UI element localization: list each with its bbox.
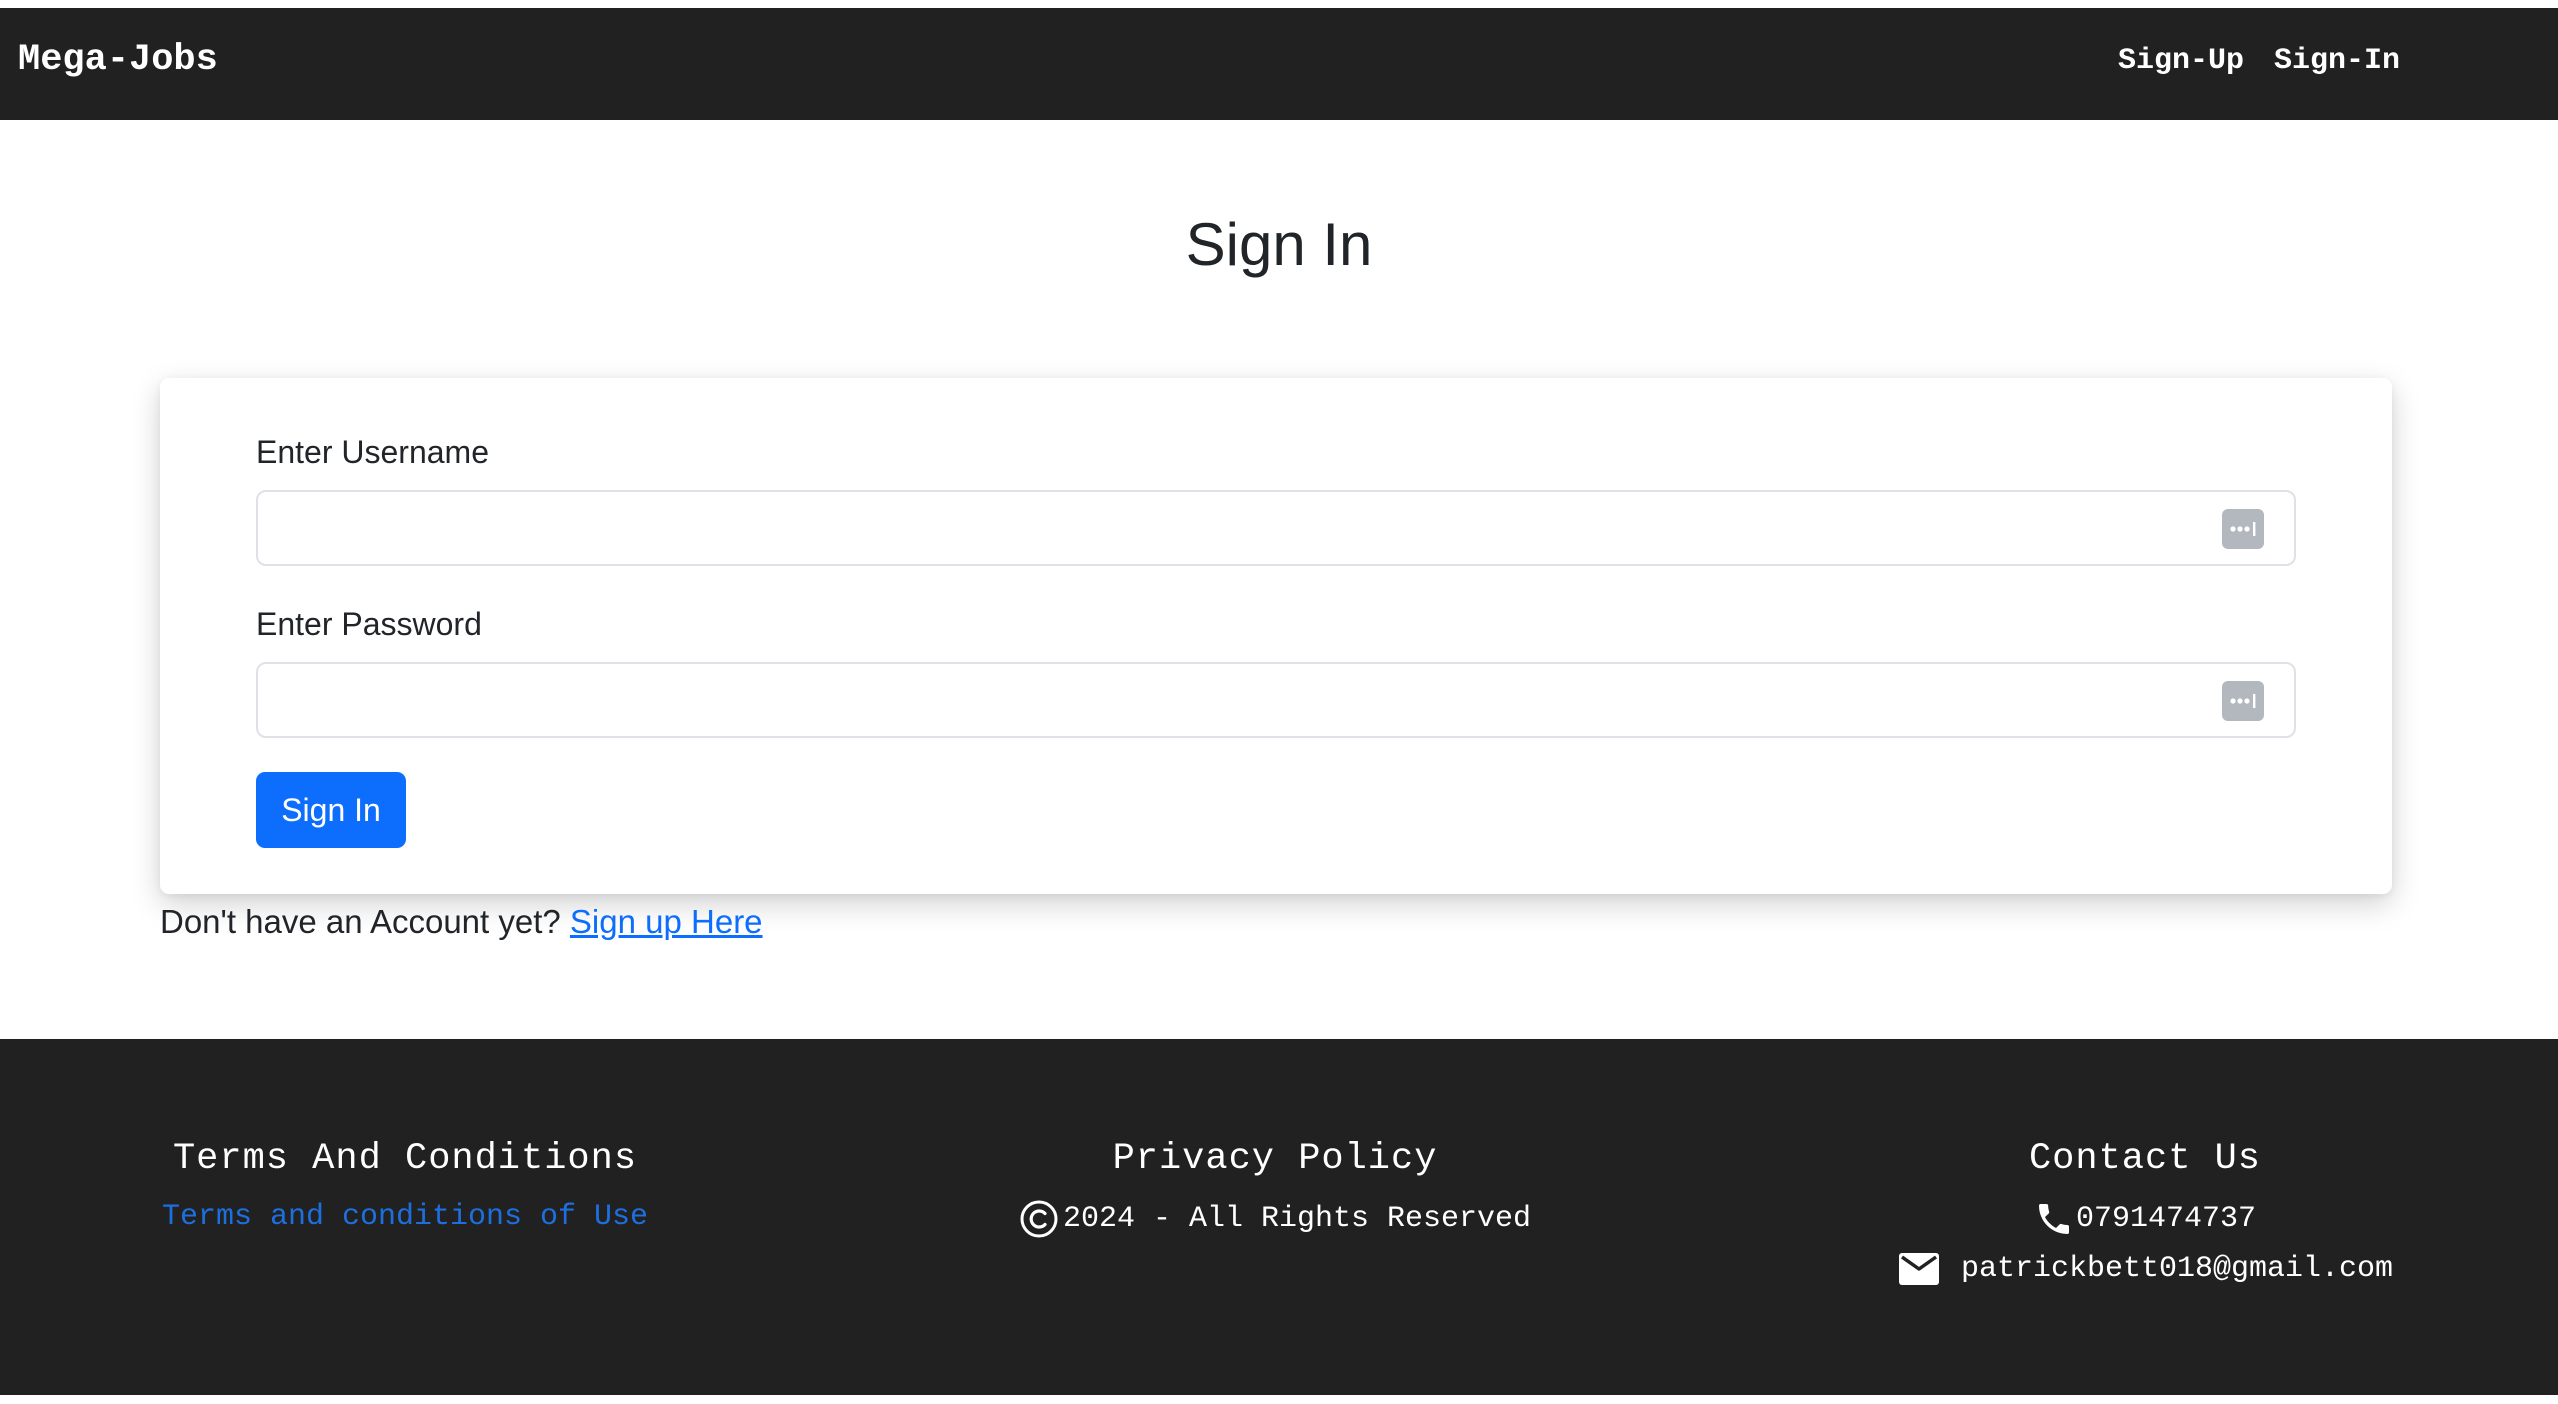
privacy-heading: Privacy Policy <box>1112 1138 1438 1180</box>
password-field-wrapper <box>256 662 2296 738</box>
terms-of-use-link[interactable]: Terms and conditions of Use <box>80 1199 730 1235</box>
password-input[interactable] <box>258 664 2294 736</box>
nav-sign-up-link[interactable]: Sign-Up <box>2118 46 2244 76</box>
contact-heading: Contact Us <box>2028 1138 2262 1180</box>
nav-links: Sign-Up Sign-In <box>2118 46 2400 76</box>
top-strip <box>0 0 2558 8</box>
bottom-strip <box>0 1395 2558 1404</box>
copyright-text: 2024 - All Rights Reserved <box>1062 1202 1532 1237</box>
contact-phone: 0791474737 <box>1820 1199 2470 1239</box>
password-label: Enter Password <box>256 606 482 642</box>
signup-prompt-text: Don't have an Account yet? <box>160 903 561 940</box>
username-field-wrapper <box>256 490 2296 566</box>
copyright-icon <box>1019 1199 1059 1239</box>
copyright-line: 2024 - All Rights Reserved <box>950 1199 1600 1239</box>
contact-email: patrickbett018@gmail.com <box>1820 1249 2470 1289</box>
footer-privacy-column: Privacy Policy 2024 - All Rights Reserve… <box>950 1137 1600 1239</box>
nav-sign-in-link[interactable]: Sign-In <box>2274 46 2400 76</box>
footer: Terms And Conditions Terms and condition… <box>0 1039 2558 1395</box>
phone-number: 0791474737 <box>2075 1202 2257 1237</box>
navbar: Mega-Jobs Sign-Up Sign-In <box>0 8 2558 120</box>
sign-up-here-link[interactable]: Sign up Here <box>570 903 763 940</box>
email-icon <box>1897 1249 1941 1289</box>
username-label: Enter Username <box>256 434 489 470</box>
terms-heading: Terms And Conditions <box>172 1138 638 1180</box>
footer-contact-column: Contact Us 0791474737 patrickbett018@gma… <box>1820 1137 2470 1289</box>
sign-in-card: Enter Username Enter Password Sign In <box>160 378 2392 894</box>
email-address: patrickbett018@gmail.com <box>1960 1252 2394 1287</box>
phone-icon <box>2034 1199 2074 1239</box>
password-manager-key-icon[interactable] <box>2222 509 2264 549</box>
brand-logo[interactable]: Mega-Jobs <box>18 42 218 79</box>
password-manager-key-icon[interactable] <box>2222 681 2264 721</box>
username-input[interactable] <box>258 492 2294 564</box>
signup-prompt: Don't have an Account yet? Sign up Here <box>160 902 763 942</box>
page: Mega-Jobs Sign-Up Sign-In Sign In Enter … <box>0 0 2558 1404</box>
sign-in-button[interactable]: Sign In <box>256 772 406 848</box>
footer-terms-column: Terms And Conditions Terms and condition… <box>80 1137 730 1235</box>
page-title: Sign In <box>1185 211 1373 278</box>
